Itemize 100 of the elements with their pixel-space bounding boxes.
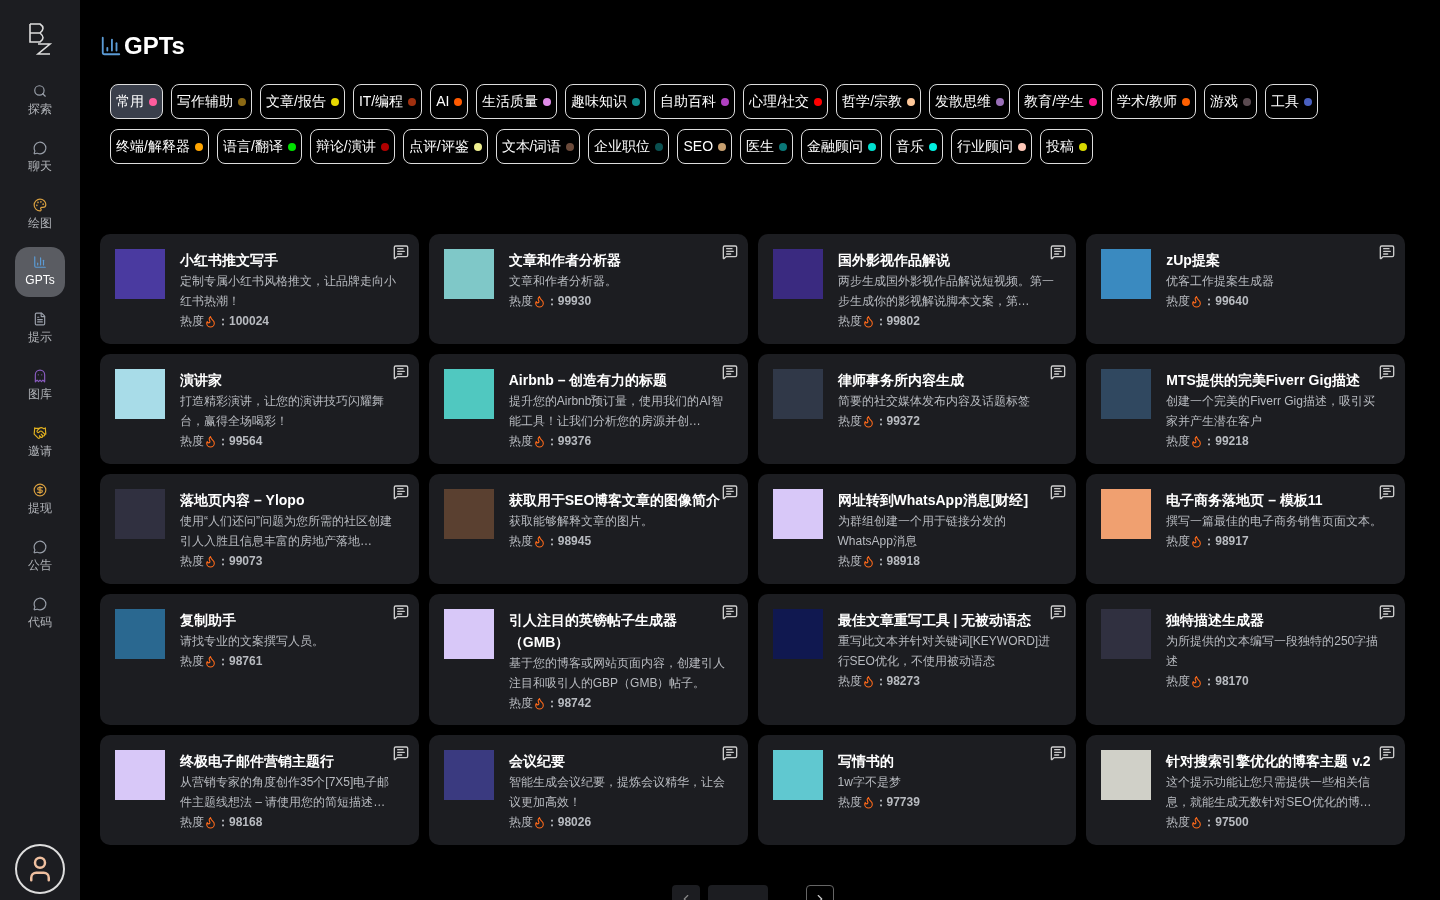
category-tag[interactable]: 哲学/宗教 (836, 84, 922, 119)
category-tag[interactable]: 常用 (110, 84, 163, 119)
gpt-card[interactable]: 律师事务所内容生成 简要的社交媒体发布内容及话题标签 热度 ：99372 (757, 354, 1077, 464)
gpt-card[interactable]: 最佳文章重写工具 | 无被动语态 重写此文本并针对关键词[KEYWORD]进行SEO优化，不使用被动语态 热度 ：98273 (757, 594, 1077, 725)
card-title: 复制助手 (180, 611, 237, 630)
sidebar-nav-item[interactable]: 探索 (15, 76, 65, 126)
category-tag[interactable]: 写作辅助 (171, 84, 252, 119)
category-tag[interactable]: 游戏 (1204, 84, 1258, 119)
gpt-card[interactable]: 引人注目的英镑帖子生成器（GMB） 基于您的博客或网站页面内容，创建引人注目和吸引人的GBP（GMB）帖子。 热度 ：98742 (428, 594, 748, 725)
chat-icon[interactable] (392, 745, 409, 761)
category-tag[interactable]: 学术/教师 (1111, 84, 1197, 119)
flame-icon (861, 795, 875, 809)
chat-icon[interactable] (392, 364, 409, 380)
flame-icon (204, 314, 217, 328)
chat-icon[interactable] (1379, 244, 1395, 260)
heat-label: 热度 (1166, 673, 1191, 690)
gpt-card[interactable]: 国外影视作品解说 两步生成国外影视作品解说短视频。第一步生成你的影视解说脚本文案，第… 热度 ：99802 (757, 234, 1077, 344)
sidebar-nav-item[interactable]: 邀请 (15, 418, 65, 468)
category-tag[interactable]: IT/编程 (352, 84, 423, 119)
flame-icon (1190, 674, 1204, 688)
flame-icon (204, 434, 217, 448)
sidebar-nav-item[interactable]: 提示 (15, 304, 65, 354)
category-tag[interactable]: 心理/社交 (743, 84, 829, 119)
sidebar-nav-item[interactable]: 公告 (15, 532, 65, 582)
chat-icon[interactable] (1050, 364, 1067, 380)
chat-icon[interactable] (392, 604, 409, 620)
category-tag[interactable]: 终端/解释器 (110, 129, 209, 164)
sidebar-nav-item[interactable]: 提现 (15, 475, 65, 525)
chat-icon[interactable] (1379, 484, 1395, 500)
gpt-card[interactable]: zUp提案 优客工作提案生成器 热度 ：99640 (1086, 234, 1405, 344)
thumbnail-image (443, 489, 494, 539)
chat-icon[interactable] (721, 244, 738, 260)
sidebar-nav-item[interactable]: 绘图 (15, 190, 65, 240)
category-tag[interactable]: 发散思维 (929, 84, 1011, 119)
sidebar-nav-item[interactable]: 聊天 (15, 133, 65, 183)
gpt-card[interactable]: Airbnb – 创造有力的标题 提升您的Airbnb预订量，使用我们的AI智能工具！让我们分析您的房源并创… 热度 ：99376 (428, 354, 748, 464)
category-tag[interactable]: 金融顾问 (801, 129, 883, 164)
chat-icon[interactable] (392, 244, 409, 260)
chat-icon[interactable] (721, 484, 738, 500)
category-tag[interactable]: 文章/报告 (260, 84, 345, 119)
heat-label: 热度 (180, 814, 204, 831)
card-title: 小红书推文写手 (180, 251, 279, 270)
avatar[interactable] (15, 844, 65, 894)
gpt-card[interactable]: 演讲家 打造精彩演讲，让您的演讲技巧闪耀舞台，赢得全场喝彩！ 热度 ：99564 (100, 354, 419, 464)
chat-icon[interactable] (1050, 484, 1067, 500)
category-tag[interactable]: 辩论/演讲 (309, 129, 395, 164)
category-tag[interactable]: 点评/评鉴 (402, 129, 488, 164)
card-title: 获取用于SEO博客文章的图像简介 (508, 491, 721, 510)
gpt-card[interactable]: MTS提供的完美Fiverr Gig描述 创建一个完美的Fiverr Gig描述，吸引买家并产生潜在客户 热度 ：99218 (1086, 354, 1405, 464)
chat-icon[interactable] (1379, 364, 1395, 380)
flame-icon (861, 674, 875, 688)
category-tag[interactable]: AI (430, 84, 469, 119)
heat-label: 热度 (180, 313, 204, 330)
chat-icon[interactable] (1050, 745, 1067, 761)
gpt-card[interactable]: 获取用于SEO博客文章的图像简介 获取能够解释文章的图片。 热度 ：98945 (428, 474, 748, 584)
page-title: GPTs (124, 31, 185, 61)
thumbnail-image (1101, 609, 1152, 659)
sidebar-nav-item[interactable]: 代码 (15, 589, 65, 639)
chat-icon[interactable] (721, 604, 738, 620)
heat-count: ：99930 (545, 293, 592, 310)
card-description: 从营销专家的角度创作35个[7X5]电子邮件主题线想法 – 请使用您的简短描述… (180, 774, 391, 811)
category-tag[interactable]: 自助百科 (654, 84, 736, 119)
flame-icon (861, 414, 875, 428)
category-tag[interactable]: 行业顾问 (951, 129, 1033, 164)
gpt-card[interactable]: 写情书的 1w字不是梦 热度 ：97739 (757, 735, 1077, 845)
category-tag[interactable]: 企业职位 (588, 129, 670, 164)
gpt-card[interactable]: 独特描述生成器 为所提供的文本编写一段独特的250字描述 热度 ：98170 (1086, 594, 1405, 725)
category-tag[interactable]: 医生 (740, 129, 794, 164)
category-tag[interactable]: 投稿 (1040, 129, 1094, 164)
category-tag[interactable]: SEO (677, 129, 733, 164)
chat-icon[interactable] (1379, 745, 1395, 761)
sidebar-nav-item[interactable]: 图库 (15, 361, 65, 411)
chat-icon[interactable] (1050, 244, 1067, 260)
chat-icon[interactable] (1050, 604, 1067, 620)
gpt-card[interactable]: 网址转到WhatsApp消息[财经] 为群组创建一个用于链接分发的WhatsApp消息 热度 ：98918 (757, 474, 1077, 584)
heat-label: 热度 (180, 653, 204, 670)
category-tag[interactable]: 教育/学生 (1018, 84, 1104, 119)
flame-icon (532, 294, 546, 308)
gpt-card[interactable]: 小红书推文写手 定制专属小红书风格推文，让品牌走向小红书热潮！ 热度 ：100024 (100, 234, 419, 344)
category-tag[interactable]: 语言/翻译 (216, 129, 302, 164)
chat-icon[interactable] (721, 364, 738, 380)
gpt-card[interactable]: 落地页内容 – Ylopo 使用“人们还问”问题为您所需的社区创建引人入胜且信息丰富的房地产落地… 热度 ：99073 (100, 474, 419, 584)
thumbnail-image (115, 489, 165, 539)
chat-icon[interactable] (392, 484, 409, 500)
card-title: 最佳文章重写工具 | 无被动语态 (837, 611, 1033, 630)
category-tag[interactable]: 文本/词语 (495, 129, 581, 164)
chat-icon[interactable] (721, 745, 738, 761)
category-tag[interactable]: 生活质量 (476, 84, 558, 119)
category-tag[interactable]: 音乐 (890, 129, 944, 164)
gpt-card[interactable]: 文章和作者分析器 文章和作者分析器。 热度 ：99930 (428, 234, 748, 344)
sidebar-nav-item[interactable]: GPTs (15, 247, 65, 297)
category-tag[interactable]: 工具 (1265, 84, 1319, 119)
category-tag[interactable]: 趣味知识 (565, 84, 647, 119)
gpt-card[interactable]: 电子商务落地页 – 模板11 撰写一篇最佳的电子商务销售页面文本。 热度 ：98917 (1086, 474, 1405, 584)
gpt-card[interactable]: 终极电子邮件营销主题行 从营销专家的角度创作35个[7X5]电子邮件主题线想法 – 请使用您的简短描述… 热度 ：98168 (100, 735, 419, 845)
gpt-card[interactable]: 复制助手 请找专业的文案撰写人员。 热度 ：98761 (100, 594, 419, 725)
gpt-card[interactable]: 会议纪要 智能生成会议纪要，提炼会议精华，让会议更加高效！ 热度 ：98026 (428, 735, 748, 845)
heat-count: ：97739 (874, 794, 920, 811)
chat-icon[interactable] (1379, 604, 1395, 620)
gpt-card[interactable]: 针对搜索引擎优化的博客主题 v.2 这个提示功能让您只需提供一些相关信息，就能生成无数针对SEO优化的博… 热度 ：97500 (1086, 735, 1405, 845)
